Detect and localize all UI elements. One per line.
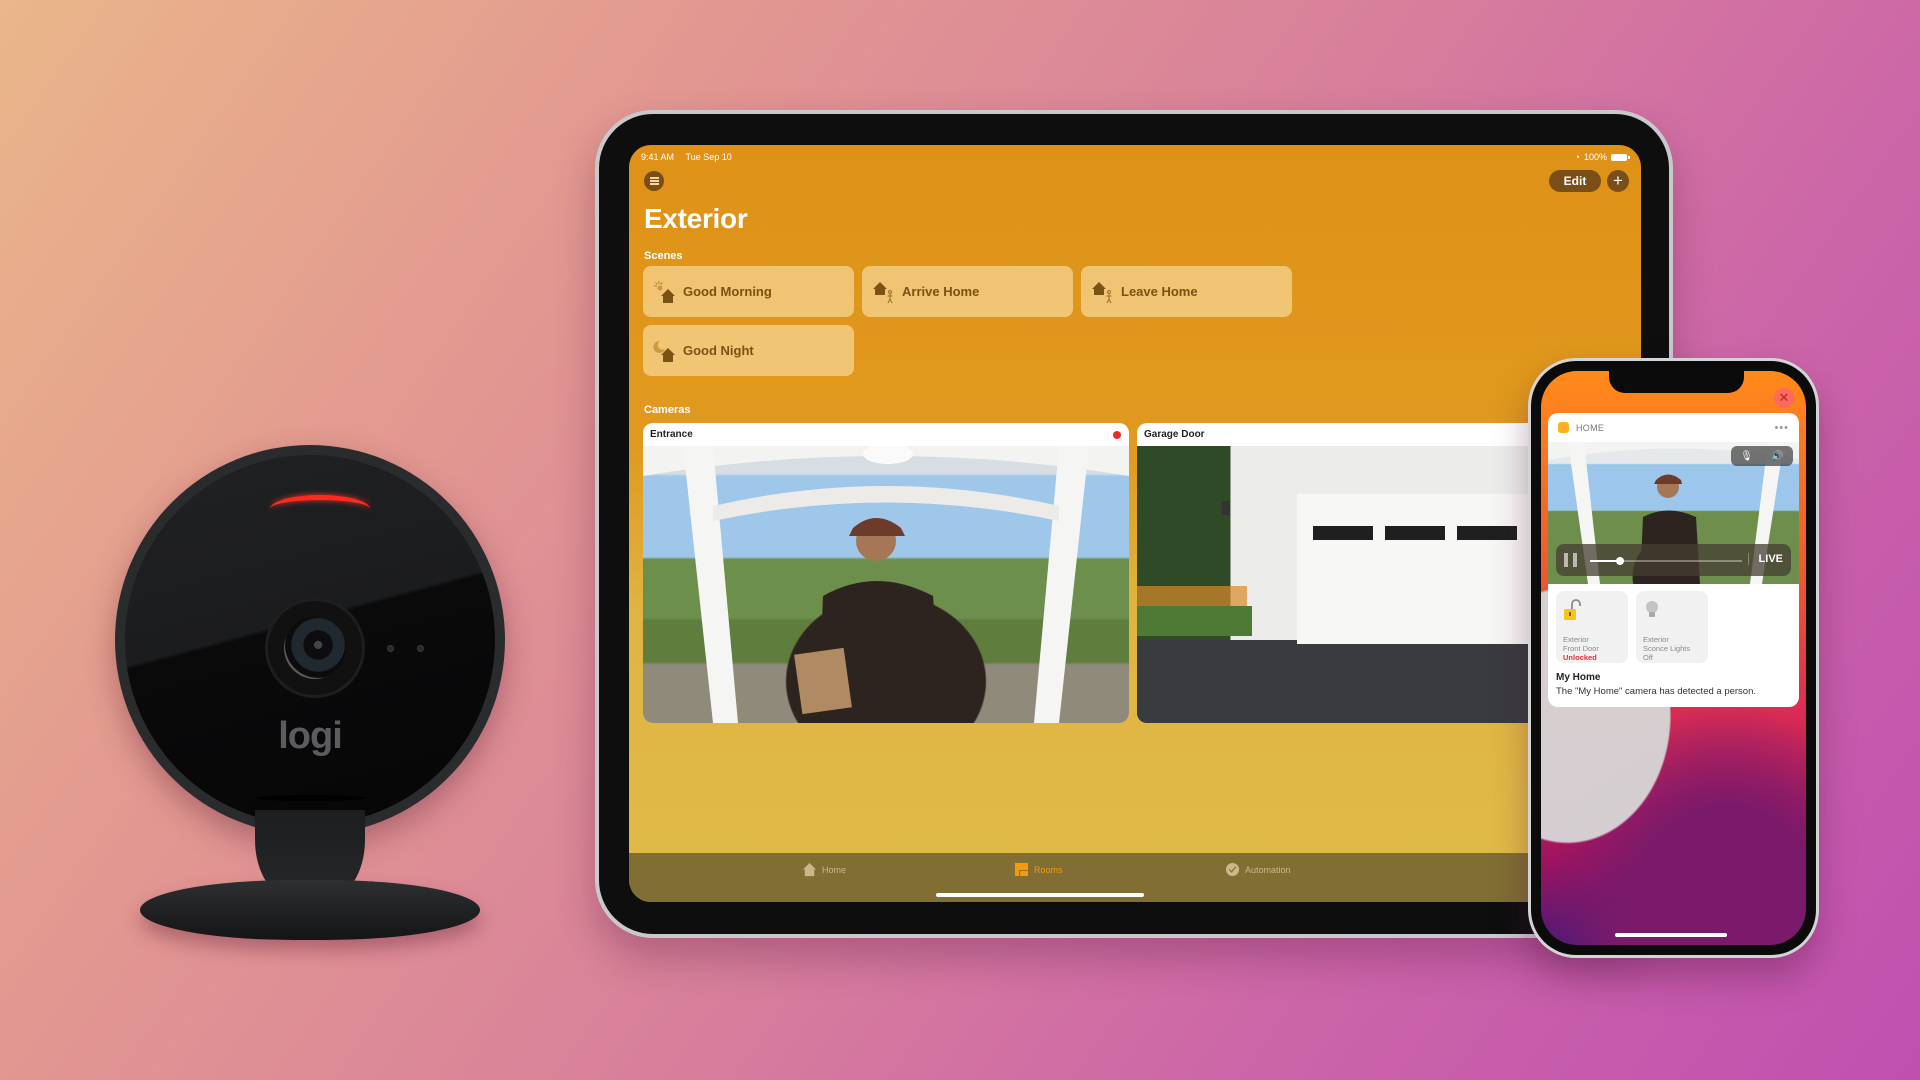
ir-sensor bbox=[417, 645, 424, 652]
tab-rooms[interactable]: Rooms bbox=[1014, 862, 1063, 877]
sun-house-icon bbox=[654, 281, 675, 303]
scene-label: Arrive Home bbox=[902, 284, 980, 299]
accessory-tiles: Exterior Front Door Unlocked Exterior Sc… bbox=[1556, 591, 1708, 663]
accessory-state: Unlocked bbox=[1563, 653, 1597, 662]
accessory-tile-sconce-lights[interactable]: Exterior Sconce Lights Off bbox=[1636, 591, 1708, 663]
battery-icon bbox=[1611, 153, 1630, 161]
recording-indicator bbox=[1113, 431, 1121, 439]
scenes-label: Scenes bbox=[644, 250, 683, 262]
scene-good-night[interactable]: Good Night bbox=[643, 325, 854, 376]
lock-screen: ✕ HOME ••• � bbox=[1541, 371, 1806, 945]
scene-label: Good Morning bbox=[683, 284, 772, 299]
camera-stand-base bbox=[140, 880, 480, 940]
moon-house-icon bbox=[653, 340, 675, 362]
tab-automation[interactable]: Automation bbox=[1225, 862, 1291, 877]
home-app-screen: 9:41 AM Tue Sep 10 ◔ 100% Edit + Exterio… bbox=[629, 145, 1641, 902]
porch-scene-image bbox=[643, 446, 1129, 723]
notification-camera-feed[interactable]: 🎙 🔊 LIVE bbox=[1548, 442, 1799, 584]
wifi-icon: ◔ bbox=[1574, 152, 1580, 162]
camera-head: logi bbox=[115, 445, 505, 835]
notification-body: The "My Home" camera has detected a pers… bbox=[1556, 686, 1757, 697]
status-date: Tue Sep 10 bbox=[685, 152, 732, 162]
cameras-label: Cameras bbox=[644, 404, 691, 416]
notch bbox=[1609, 371, 1744, 393]
page-title: Exterior bbox=[644, 203, 748, 234]
logi-camera-product: logi bbox=[110, 440, 510, 960]
list-icon bbox=[649, 180, 659, 182]
camera-name: Garage Door bbox=[1144, 429, 1205, 440]
home-indicator[interactable] bbox=[936, 893, 1144, 897]
brand-logo: logi bbox=[278, 715, 343, 757]
notification-title: My Home bbox=[1556, 672, 1601, 683]
video-player-controls: LIVE bbox=[1556, 544, 1791, 576]
scene-good-morning[interactable]: Good Morning bbox=[643, 266, 854, 317]
edit-button[interactable]: Edit bbox=[1549, 170, 1601, 192]
speaker-grille bbox=[255, 795, 365, 801]
live-button[interactable]: LIVE bbox=[1747, 553, 1783, 565]
house-icon bbox=[802, 862, 817, 877]
lightbulb-icon bbox=[1646, 601, 1658, 617]
arrive-house-icon bbox=[873, 282, 893, 304]
rooms-icon bbox=[1014, 862, 1029, 877]
tab-bar: Home Rooms Automation bbox=[629, 853, 1641, 902]
speaker-icon[interactable]: 🔊 bbox=[1771, 451, 1783, 462]
camera-face: logi bbox=[125, 455, 495, 825]
accessory-tile-front-door[interactable]: Exterior Front Door Unlocked bbox=[1556, 591, 1628, 663]
add-button[interactable]: + bbox=[1607, 170, 1629, 192]
audio-controls: 🎙 🔊 bbox=[1731, 446, 1793, 466]
camera-card-entrance[interactable]: Entrance bbox=[643, 423, 1129, 723]
unlocked-padlock-icon bbox=[1564, 599, 1581, 620]
leave-house-icon bbox=[1092, 282, 1112, 304]
home-app-icon bbox=[1558, 422, 1569, 433]
status-bar: 9:41 AM Tue Sep 10 ◔ 100% bbox=[641, 150, 1630, 164]
clock-check-icon bbox=[1225, 862, 1240, 877]
status-led bbox=[270, 495, 370, 509]
home-menu-button[interactable] bbox=[644, 171, 664, 191]
tab-home[interactable]: Home bbox=[802, 862, 846, 877]
scene-label: Good Night bbox=[683, 343, 754, 358]
ipad-device: 9:41 AM Tue Sep 10 ◔ 100% Edit + Exterio… bbox=[595, 110, 1673, 938]
camera-name: Entrance bbox=[650, 429, 693, 440]
camera-lens bbox=[265, 598, 365, 698]
camera-feed-entrance[interactable] bbox=[643, 446, 1129, 723]
more-options-button[interactable]: ••• bbox=[1774, 422, 1789, 434]
iphone-device: ✕ HOME ••• � bbox=[1528, 358, 1819, 958]
scene-arrive-home[interactable]: Arrive Home bbox=[862, 266, 1073, 317]
app-name: HOME bbox=[1576, 422, 1605, 433]
scene-label: Leave Home bbox=[1121, 284, 1198, 299]
close-notification-button[interactable]: ✕ bbox=[1774, 388, 1794, 408]
battery-percent: 100% bbox=[1583, 152, 1607, 162]
notification-header: HOME bbox=[1548, 413, 1799, 442]
scene-leave-home[interactable]: Leave Home bbox=[1081, 266, 1292, 317]
home-notification[interactable]: HOME ••• 🎙 🔊 LIVE Exterior Front Door Un… bbox=[1548, 413, 1799, 707]
status-time: 9:41 AM bbox=[641, 152, 675, 162]
home-indicator[interactable] bbox=[1615, 933, 1727, 937]
mic-muted-icon[interactable]: 🎙 bbox=[1740, 451, 1753, 462]
accessory-state: Off bbox=[1643, 653, 1653, 662]
ambient-sensor bbox=[387, 645, 394, 652]
scrubber-knob[interactable] bbox=[1616, 557, 1625, 565]
pause-icon[interactable] bbox=[1564, 553, 1577, 567]
playback-scrubber[interactable] bbox=[1590, 557, 1742, 565]
